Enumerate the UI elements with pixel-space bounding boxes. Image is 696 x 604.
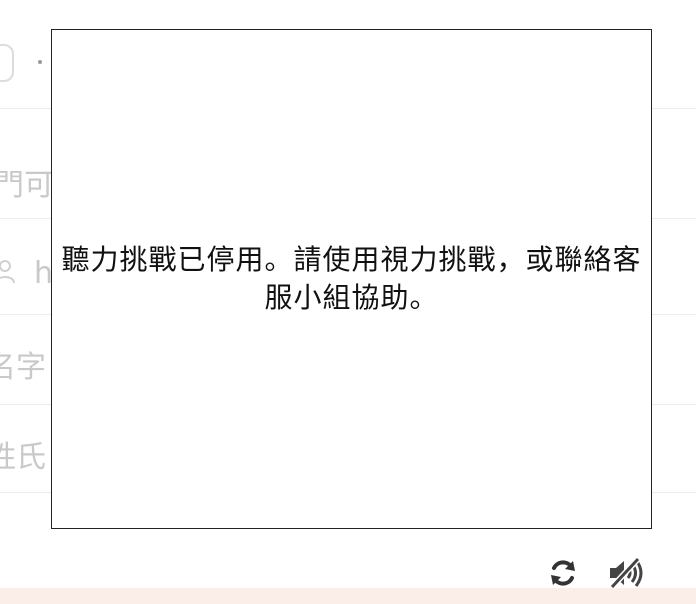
phone-icon (0, 44, 14, 82)
person-icon (0, 260, 15, 284)
reload-icon (551, 560, 575, 586)
audio-challenge-button[interactable] (606, 556, 646, 590)
challenge-message: 聽力挑戰已停用。請使用視力挑戰，或聯絡客服小組協助。 (61, 243, 642, 314)
form-label-2: 門可 (0, 168, 54, 203)
audio-off-icon (609, 556, 643, 590)
dot-icon (38, 60, 42, 64)
form-label-5: 姓氏 (0, 440, 46, 475)
form-label-4: 名字 (0, 350, 46, 385)
bottom-bar (0, 588, 696, 604)
reload-button[interactable] (546, 556, 580, 590)
audio-challenge-panel: 聽力挑戰已停用。請使用視力挑戰，或聯絡客服小組協助。 (51, 29, 652, 529)
